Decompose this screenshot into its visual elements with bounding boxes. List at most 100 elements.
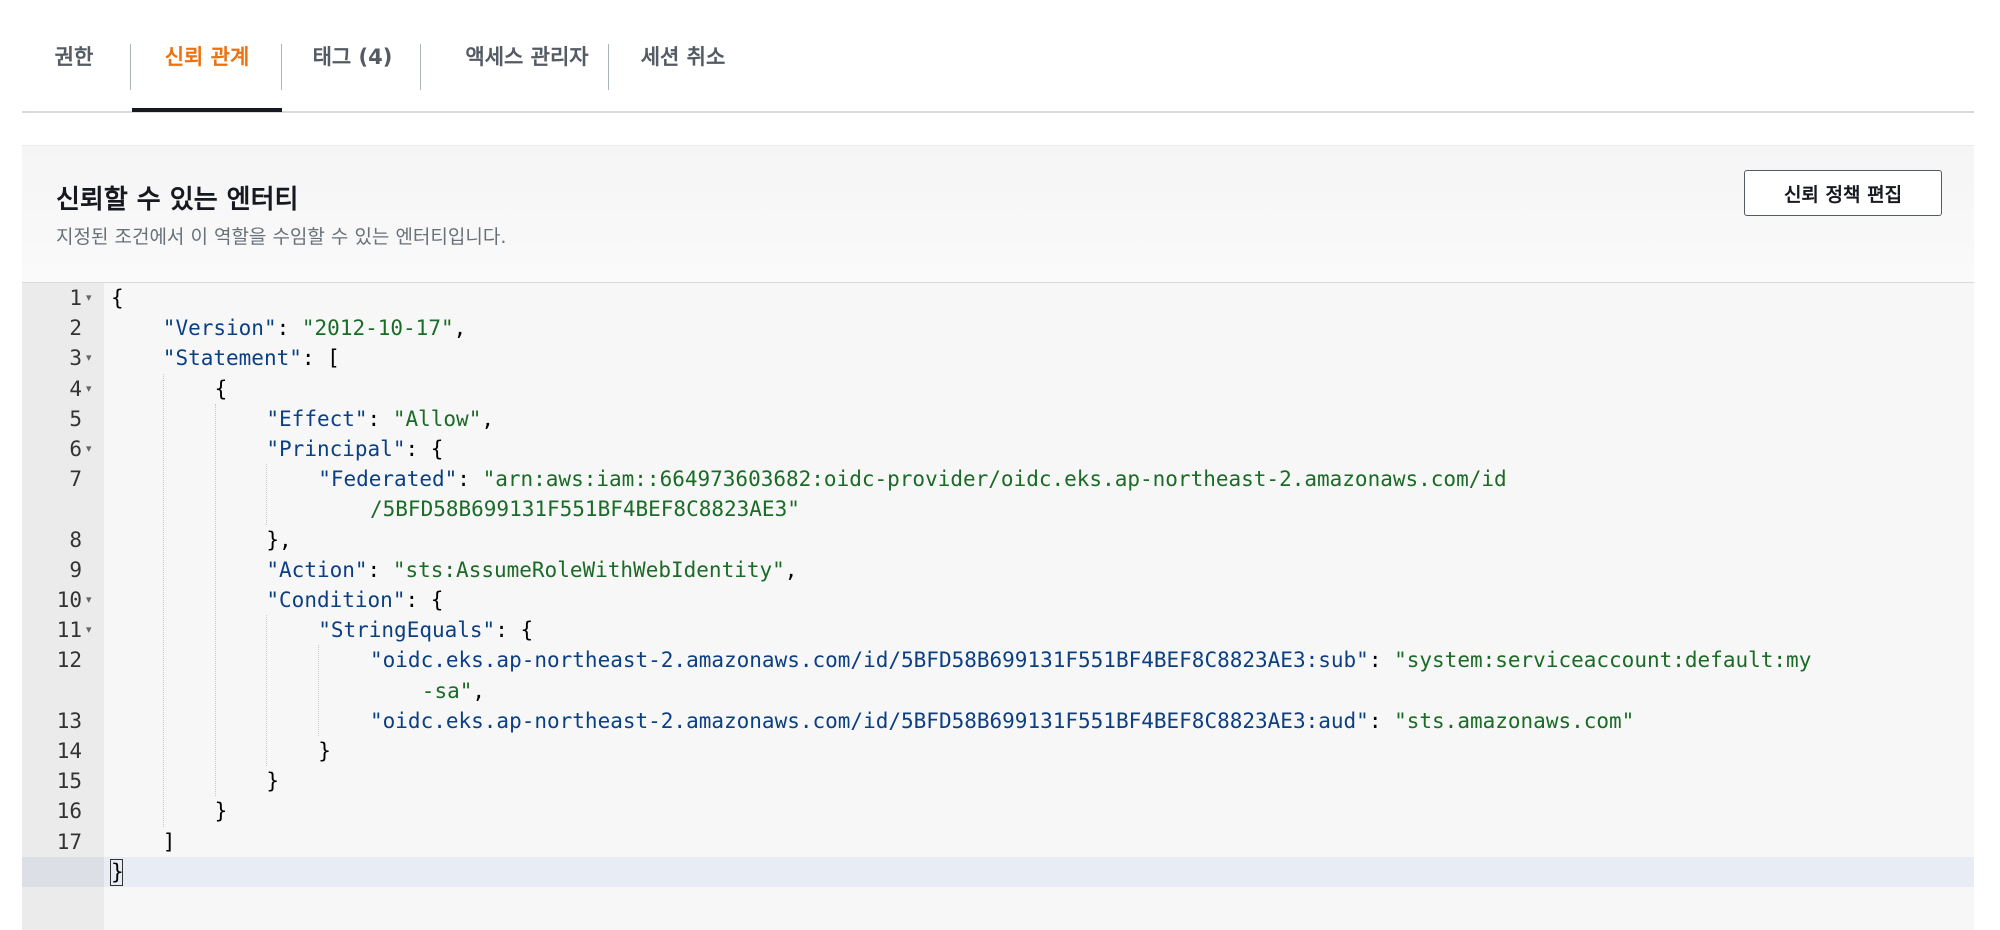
code-line: "Version": "2012-10-17", <box>163 313 466 343</box>
code-line: "Action": "sts:AssumeRoleWithWebIdentity… <box>266 555 797 585</box>
tab-permissions[interactable]: 권한 <box>22 0 126 111</box>
code-line: }, <box>266 525 291 555</box>
code-line-wrapped: /5BFD58B699131F551BF4BEF8C8823AE3" <box>370 494 800 524</box>
panel-title: 신뢰할 수 있는 엔터티 <box>56 185 299 215</box>
tab-label: 액세스 관리자 <box>465 44 589 69</box>
fold-toggle-icon[interactable]: ▾ <box>86 374 100 404</box>
tab-label: 신뢰 관계 <box>164 44 250 69</box>
json-value: "sts:AssumeRoleWithWebIdentity" <box>392 557 785 582</box>
json-separator: : <box>405 437 431 461</box>
bracket-text: } <box>266 769 280 794</box>
json-separator: : <box>276 316 302 341</box>
line-number: 3 <box>69 346 82 371</box>
bracket-text: }, <box>266 527 292 552</box>
json-punctuation: , <box>472 678 486 703</box>
json-key: "Federated" <box>318 467 458 492</box>
code-line: } <box>111 857 124 887</box>
code-line: { <box>111 283 124 313</box>
line-number: 13 <box>56 708 82 733</box>
json-punctuation: , <box>453 316 467 341</box>
line-number: 8 <box>69 527 82 552</box>
json-key: "StringEquals" <box>318 618 496 643</box>
tab-tags[interactable]: 태그 (4) <box>284 0 421 111</box>
json-code-editor[interactable]: 1▾23▾4▾56▾78910▾11▾12131415161718 {"Vers… <box>22 283 1974 930</box>
bracket-text: } <box>318 739 331 763</box>
tab-divider <box>130 44 131 90</box>
line-number: 9 <box>69 557 82 582</box>
json-key: "oidc.eks.ap-northeast-2.amazonaws.com/i… <box>370 708 1369 733</box>
active-line-highlight <box>104 856 1974 887</box>
tab-label: 태그 (4) <box>312 44 393 69</box>
code-line: "Principal": { <box>266 434 443 464</box>
line-number: 17 <box>56 829 82 854</box>
json-separator: : <box>1368 708 1395 733</box>
bracket-text: { <box>214 376 228 401</box>
code-line: "Federated": "arn:aws:iam::664973603682:… <box>318 464 1506 494</box>
line-number: 5 <box>69 406 82 431</box>
fold-toggle-icon[interactable]: ▾ <box>86 585 100 615</box>
tab-access-advisor[interactable]: 액세스 관리자 <box>423 0 631 111</box>
json-key: "Condition" <box>266 588 406 612</box>
json-separator: : <box>457 467 483 492</box>
code-line: "oidc.eks.ap-northeast-2.amazonaws.com/i… <box>370 645 1811 675</box>
json-punctuation: , <box>784 557 798 582</box>
json-value-continued: -sa" <box>421 678 473 703</box>
fold-toggle-icon[interactable]: ▾ <box>86 615 100 645</box>
panel-description: 지정된 조건에서 이 역할을 수임할 수 있는 엔터티입니다. <box>56 226 507 248</box>
bracket-text: { <box>111 286 124 310</box>
code-line: "StringEquals": { <box>318 615 533 645</box>
edit-trust-policy-button[interactable]: 신뢰 정책 편집 <box>1744 170 1942 216</box>
panel-header: 신뢰할 수 있는 엔터티 지정된 조건에서 이 역할을 수임할 수 있는 엔터티… <box>22 146 1974 283</box>
indent-guide <box>318 645 320 736</box>
line-number: 11 <box>56 618 82 643</box>
json-value: "sts.amazonaws.com" <box>1394 708 1635 733</box>
line-number: 6 <box>69 437 82 461</box>
fold-toggle-icon[interactable]: ▾ <box>86 283 100 313</box>
line-number: 10 <box>56 588 82 612</box>
active-line-gutter-highlight <box>22 856 104 887</box>
json-value: "system:serviceaccount:default:my <box>1394 648 1812 673</box>
json-punctuation: , <box>481 406 495 431</box>
json-separator: : <box>1368 648 1395 673</box>
json-value-continued: /5BFD58B699131F551BF4BEF8C8823AE3" <box>370 497 800 522</box>
line-number: 4 <box>69 376 82 401</box>
tab-divider <box>420 44 421 90</box>
tab-label: 세션 취소 <box>640 44 726 69</box>
code-line: "Statement": [ <box>163 343 340 373</box>
fold-toggle-icon[interactable]: ▾ <box>86 434 100 464</box>
json-value: "Allow" <box>392 406 482 431</box>
indent-guide <box>266 464 268 525</box>
bracket-text: } <box>111 859 124 884</box>
line-number: 16 <box>56 799 82 824</box>
json-separator: : <box>405 588 431 612</box>
line-number: 1 <box>69 286 82 310</box>
tab-revoke-sessions[interactable]: 세션 취소 <box>611 0 755 111</box>
json-punctuation: [ <box>327 346 340 371</box>
json-separator: : <box>367 557 393 582</box>
code-line-wrapped: -sa", <box>422 676 485 706</box>
json-key: "Principal" <box>266 437 406 461</box>
json-value: "arn:aws:iam::664973603682:oidc-provider… <box>482 467 1507 492</box>
fold-toggle-icon[interactable]: ▾ <box>86 343 100 373</box>
tab-label: 권한 <box>54 44 94 69</box>
json-punctuation: { <box>430 588 444 612</box>
line-number-gutter: 1▾23▾4▾56▾78910▾11▾12131415161718 <box>22 283 104 930</box>
tab-bar: 권한 신뢰 관계 태그 (4) 액세스 관리자 세션 취소 <box>22 0 1974 113</box>
json-punctuation: { <box>430 437 444 461</box>
code-line: "Effect": "Allow", <box>266 404 494 434</box>
bracket-text: } <box>214 799 228 824</box>
json-value: "2012-10-17" <box>301 316 454 341</box>
code-line: } <box>318 736 331 766</box>
line-number: 2 <box>69 316 82 341</box>
line-number: 7 <box>69 467 82 492</box>
trusted-entities-panel: 신뢰할 수 있는 엔터티 지정된 조건에서 이 역할을 수임할 수 있는 엔터티… <box>22 145 1974 930</box>
tab-trust-relationships[interactable]: 신뢰 관계 <box>132 0 282 112</box>
code-line: "oidc.eks.ap-northeast-2.amazonaws.com/i… <box>370 706 1634 736</box>
json-key: "Version" <box>162 316 277 341</box>
code-line: } <box>215 796 228 826</box>
json-punctuation: { <box>520 618 534 643</box>
bracket-text: ] <box>162 829 176 854</box>
indent-guide <box>214 403 216 797</box>
json-separator: : <box>367 406 393 431</box>
tab-divider <box>281 44 282 90</box>
